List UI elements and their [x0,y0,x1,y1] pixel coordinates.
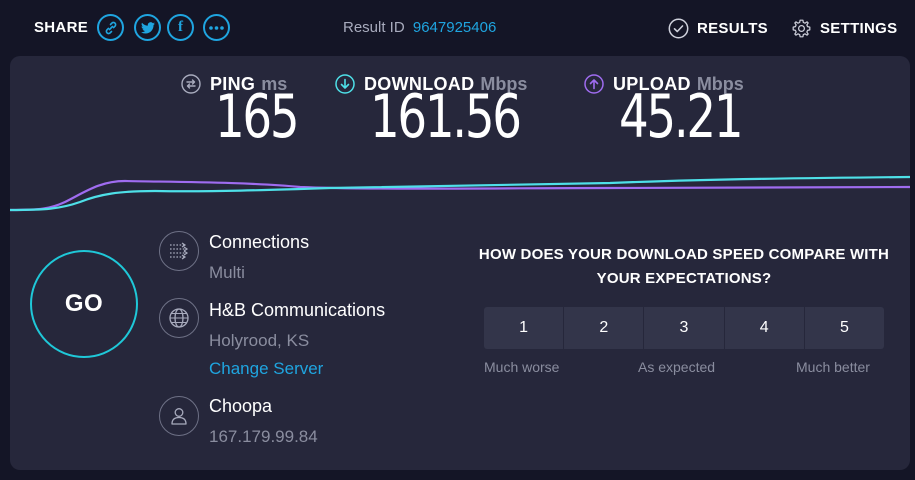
share-facebook-button[interactable]: f [167,14,194,41]
rating-button-2[interactable]: 2 [564,307,645,349]
globe-icon [169,308,189,328]
user-icon [171,408,187,425]
top-bar: SHARE f Result ID 9647925406 RESULTS SET… [0,0,915,56]
rating-button-5[interactable]: 5 [804,307,885,349]
connections-icon [170,242,189,260]
isp-name: Choopa [209,396,273,416]
ping-icon [181,74,201,94]
result-id-label: Result ID [343,19,405,36]
download-icon [335,74,355,94]
result-id-display: Result ID 9647925406 [343,19,496,36]
scale-low-label: Much worse [484,359,560,375]
upload-icon [584,74,604,94]
download-value: 161.56 [370,82,522,152]
connections-title: Connections [209,232,310,252]
gear-icon [792,19,811,38]
survey-question: HOW DOES YOUR DOWNLOAD SPEED COMPARE WIT… [478,246,890,287]
ping-value: 165 [215,82,300,152]
server-name: H&B Communications [209,300,386,320]
settings-button[interactable]: SETTINGS [791,18,897,39]
settings-label: SETTINGS [820,20,898,37]
share-more-button[interactable] [203,14,230,41]
result-id-link[interactable]: 9647925406 [413,19,496,36]
share-label: SHARE [34,19,89,36]
rating-scale: 1 2 3 4 5 [484,307,885,349]
change-server-link[interactable]: Change Server [209,359,323,379]
more-icon [209,25,224,30]
rating-button-3[interactable]: 3 [644,307,725,349]
link-icon [105,21,116,34]
share-twitter-button[interactable] [134,14,161,41]
check-circle-icon [668,18,689,39]
results-panel: PING ms 165 DOWNLOAD Mbps 161.56 UPLOAD … [10,56,910,470]
connections-value: Multi [209,263,245,282]
rating-button-4[interactable]: 4 [724,307,805,349]
rating-button-1[interactable]: 1 [484,307,565,349]
results-label: RESULTS [697,20,768,37]
twitter-icon [140,21,155,33]
upload-value: 45.21 [619,82,744,152]
share-link-button[interactable] [97,14,124,41]
scale-mid-label: As expected [638,359,716,375]
facebook-icon: f [178,19,183,35]
results-button[interactable]: RESULTS [668,18,768,39]
server-location: Holyrood, KS [209,331,310,350]
speed-graph [10,175,910,212]
scale-high-label: Much better [796,359,870,375]
server-icon-wrap [159,298,199,338]
isp-icon-wrap [159,396,199,436]
connections-icon-wrap [159,231,199,271]
go-button[interactable]: GO [30,250,138,358]
isp-ip: 167.179.99.84 [209,427,318,446]
